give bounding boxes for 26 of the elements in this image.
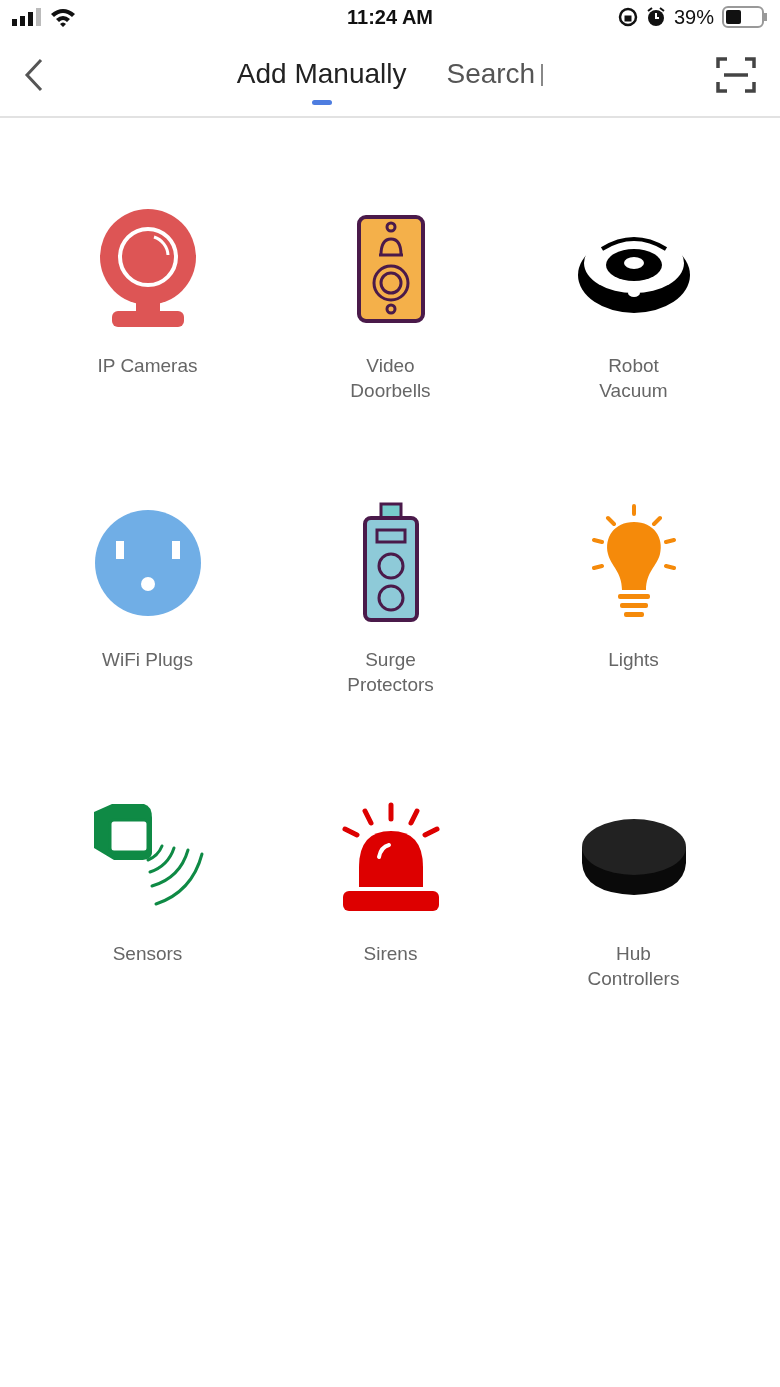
tab[interactable]: Search	[446, 44, 536, 106]
hub-device-icon	[579, 817, 688, 897]
category-label[interactable]: Hub Controllers	[587, 941, 680, 991]
rotation-lock-icon	[617, 7, 638, 27]
category-label[interactable]: Surge Protectors	[347, 647, 434, 697]
battery-icon	[722, 6, 768, 28]
category-label[interactable]: Sirens	[363, 941, 418, 966]
status-time: 11:24 AM	[347, 5, 433, 29]
webcam-icon	[97, 209, 198, 329]
battery-percent: 39%	[673, 5, 714, 29]
category-label[interactable]: Video Doorbells	[350, 353, 431, 403]
alarm-icon	[645, 7, 666, 27]
signal-icon	[12, 8, 42, 26]
tab[interactable]: Add Manually	[236, 44, 407, 106]
wifi-icon	[50, 7, 76, 27]
category-label[interactable]: Sensors	[112, 941, 183, 966]
category-label[interactable]: Robot Vacuum	[599, 353, 668, 403]
category-label[interactable]: Lights	[608, 647, 659, 672]
doorbell-icon	[354, 213, 427, 325]
scan-icon[interactable]	[716, 56, 756, 94]
outlet-icon	[93, 509, 202, 617]
category-label[interactable]: IP Cameras	[97, 353, 198, 378]
back-icon[interactable]	[24, 58, 44, 92]
siren-icon	[340, 801, 441, 913]
power-strip-icon	[360, 502, 421, 624]
category-label[interactable]: WiFi Plugs	[102, 647, 193, 672]
